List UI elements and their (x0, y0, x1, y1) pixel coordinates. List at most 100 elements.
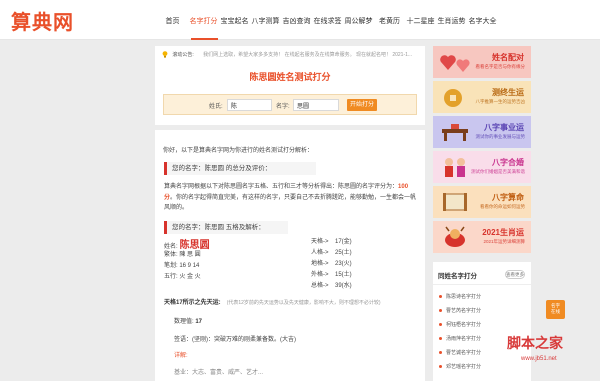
bullet-icon (439, 351, 442, 355)
bullet-icon (439, 337, 442, 341)
banner-title: 2021生肖运 (482, 228, 524, 237)
coin-icon (444, 89, 462, 107)
banner-2021-zodiac[interactable]: 2021生肖运 2021年运势详细测算 (433, 221, 531, 253)
bullet-icon (439, 323, 442, 327)
list-item-label: 曹艺芮名字打分 (446, 308, 482, 314)
nav-home[interactable]: 首页 (157, 16, 188, 26)
wuge-label: 天格-> (311, 239, 329, 245)
banner-subtitle: 测试你们婚姻是否美满和谐 (471, 169, 525, 174)
nav-bazi[interactable]: 八字测算 (250, 16, 281, 26)
list-item-label: 柯钰梧名字打分 (446, 322, 482, 328)
bullet-icon (439, 309, 442, 313)
info-row-strokes: 笔划: 16 9 14 (164, 260, 199, 269)
given-name-input[interactable] (293, 99, 339, 111)
test-title: 陈思圆姓名测试打分 (249, 72, 331, 82)
nav-zodiac[interactable]: 十二星座 (405, 16, 436, 26)
info-value: 16 9 14 (179, 263, 200, 269)
tiange-heading: 天格17所示之先天运: (代表12岁前的先天运势以及先天健康，影响不大，则不理想不… (164, 297, 381, 306)
banner-bazi[interactable]: 八字算命 看看你的命运如何运势 (433, 186, 531, 218)
list-item[interactable]: 邓艺瑶名字打分 (439, 363, 481, 377)
shuli-value: 17 (195, 319, 203, 325)
analysis-panel: 你好，以下是算典名字网为你进行的姓名测试打分解析： 您的名字：陈思圆 的总分及评… (155, 130, 425, 381)
list-item[interactable]: 汤雨萍名字打分 (439, 335, 481, 349)
list-item[interactable]: 柯钰梧名字打分 (439, 321, 481, 335)
score-text-after: 。你的名字起得简直完美，有这样的名字，只要自己不去折腾蹉跎，能够勤勉，一生都会一… (164, 194, 417, 212)
nav-dream[interactable]: 周公解梦 (343, 16, 374, 26)
floating-service-button[interactable]: 名字 在线 (546, 300, 565, 319)
nav-name-score[interactable]: 名字打分 (188, 16, 219, 26)
info-label: 繁体: (164, 252, 178, 258)
banner-lifetime-fortune[interactable]: 测终生运 八字推算一生的运势吉凶 (433, 81, 531, 113)
list-item-label: 汤雨萍名字打分 (446, 336, 482, 342)
notice-label: 滚动公告: (172, 52, 194, 58)
wuge-row-wai: 外格-> 15(土) (311, 269, 371, 278)
notice-bar: 滚动公告: 我们网上选取，希望大家多多支持！ 在线起名服务及在线算命服务。 现在… (162, 51, 418, 58)
shuli-line: 数理值: 17 (174, 316, 202, 325)
banner-subtitle: 八字推算一生的运势吉凶 (475, 99, 526, 104)
list-item[interactable]: 曹艺芮名字打分 (439, 307, 481, 321)
banner-subtitle: 看看名字是否与你有缘分 (475, 64, 526, 69)
desk-icon (442, 124, 468, 141)
banner-title: 测终生运 (492, 88, 524, 97)
score-text-before: 算典名字网根据以下对陈思圆名字五格、五行和三才等分析得出：陈思圆的名字评分为： (164, 184, 399, 190)
tiange-label: 天格17所示之先天运: (164, 300, 221, 306)
list-item[interactable]: 曹艺诚名字打分 (439, 349, 481, 363)
banner-subtitle: 2021年运势详细测算 (483, 239, 525, 244)
scroll-icon (443, 193, 467, 211)
rank-list: 陈思诗名字打分 曹艺芮名字打分 柯钰梧名字打分 汤雨萍名字打分 曹艺诚名字打分 … (439, 293, 481, 377)
nav-shengxiao[interactable]: 生肖运势 (436, 16, 467, 26)
wuge-label: 总格-> (311, 283, 329, 289)
name-test-panel: 滚动公告: 我们网上选取，希望大家多多支持！ 在线起名服务及在线算命服务。 现在… (155, 46, 425, 125)
given-name-label: 名字: (276, 104, 290, 110)
bullet-icon (439, 295, 442, 299)
banner-name-match[interactable]: 姓名配对 看看名字是否与你有缘分 (433, 46, 531, 78)
watermark-logo: 脚本之家 (507, 336, 563, 352)
nav-online-lot[interactable]: 在线求签 (312, 16, 343, 26)
notice-text[interactable]: 我们网上选取，希望大家多多支持！ 在线起名服务及在线算命服务。 现在就起名吧！ … (203, 52, 412, 58)
same-surname-panel: 同姓名字打分 查看更多 陈思诗名字打分 曹艺芮名字打分 柯钰梧名字打分 汤雨萍名… (433, 262, 531, 381)
list-item-label: 陈思诗名字打分 (446, 294, 482, 300)
banner-marriage[interactable]: 八字合婚 测试你们婚姻是否美满和谐 (433, 151, 531, 183)
site-header: 算典网 首页 名字打分 宝宝起名 八字测算 吉凶查询 在线求签 周公解梦 老黄历… (0, 0, 600, 40)
hearts-icon (440, 55, 470, 72)
lightbulb-icon (162, 51, 168, 58)
nav-name-list[interactable]: 名字大全 (467, 16, 498, 26)
list-item-label: 曹艺诚名字打分 (446, 350, 482, 356)
watermark-url: www.jb51.net (521, 356, 557, 362)
start-score-button[interactable]: 开始打分 (347, 99, 377, 111)
analysis-intro: 你好，以下是算典名字网为你进行的姓名测试打分解析： (163, 148, 314, 154)
section-score-heading: 您的名字：陈思圆 的总分及评价： (164, 162, 316, 175)
float-line-2: 在线 (551, 309, 560, 314)
wuge-value: 23(火) (335, 261, 352, 267)
wuge-label: 人格-> (311, 250, 329, 256)
page: 算典网 首页 名字打分 宝宝起名 八字测算 吉凶查询 在线求签 周公解梦 老黄历… (0, 0, 600, 381)
wuge-row-di: 地格-> 23(火) (311, 258, 371, 267)
info-value: 火 金 火 (179, 274, 201, 280)
shuli-label: 数理值: (174, 319, 194, 325)
rank-title: 同姓名字打分 (438, 273, 477, 280)
nav-almanac[interactable]: 老黄历 (374, 16, 405, 26)
site-logo[interactable]: 算典网 (11, 6, 74, 35)
wuge-row-ren: 人格-> 25(土) (311, 247, 371, 256)
wuge-value: 17(金) (335, 239, 352, 245)
list-item[interactable]: 陈思诗名字打分 (439, 293, 481, 307)
info-label: 笔划: (164, 263, 178, 269)
ox-icon (445, 226, 465, 247)
divider (433, 284, 531, 285)
tiange-note: (代表12岁前的先天运势以及先天健康，影响不大，则不理想不必计较) (226, 300, 381, 306)
surname-input[interactable] (227, 99, 272, 111)
banner-subtitle: 测试你的事业发展与运势 (475, 134, 526, 139)
wuge-value: 15(土) (335, 272, 352, 278)
wuge-value: 39(水) (335, 283, 352, 289)
view-more-button[interactable]: 查看更多 (505, 270, 525, 279)
nav-active-indicator (191, 38, 218, 40)
banner-title: 八字事业运 (484, 123, 524, 132)
wuge-value: 25(土) (335, 250, 352, 256)
nav-baby-naming[interactable]: 宝宝起名 (219, 16, 250, 26)
wuge-label: 外格-> (311, 272, 329, 278)
nav-fortune-query[interactable]: 吉凶查询 (281, 16, 312, 26)
wuge-row-tian: 天格-> 17(金) (311, 236, 371, 245)
main-nav: 首页 名字打分 宝宝起名 八字测算 吉凶查询 在线求签 周公解梦 老黄历 十二星… (157, 16, 498, 26)
detail-text: 基业：大志、富贵、威严、艺才... (174, 370, 264, 376)
banner-career[interactable]: 八字事业运 测试你的事业发展与运势 (433, 116, 531, 148)
